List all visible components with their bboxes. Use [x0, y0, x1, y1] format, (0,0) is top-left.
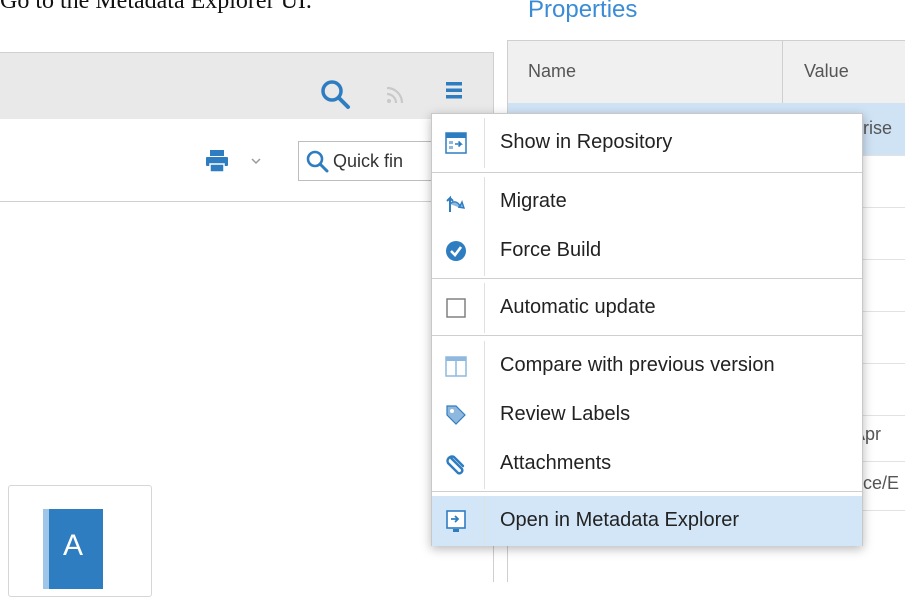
- quick-find-placeholder: Quick fin: [333, 151, 404, 171]
- quick-find-input[interactable]: Quick fin: [298, 141, 438, 181]
- menu-item-review-labels[interactable]: Review Labels: [432, 390, 862, 440]
- menu-separator: [432, 172, 862, 173]
- menu-item-label: Review Labels: [500, 403, 631, 425]
- checkbox-icon[interactable]: [444, 296, 468, 320]
- menu-item-label: Compare with previous version: [500, 354, 775, 376]
- metadata-explorer-icon: [444, 509, 468, 533]
- compare-icon: [444, 354, 468, 378]
- rss-icon[interactable]: [385, 85, 405, 105]
- menu-item-migrate[interactable]: Migrate: [432, 177, 862, 227]
- properties-title: Properties: [528, 0, 638, 23]
- print-icon[interactable]: [204, 148, 230, 174]
- menu-separator: [432, 491, 862, 492]
- column-header-name[interactable]: Name: [528, 61, 576, 82]
- menu-item-label: Migrate: [500, 190, 567, 212]
- artifact-card[interactable]: A: [8, 485, 152, 597]
- menu-item-label: Show in Repository: [500, 131, 673, 153]
- menu-separator: [432, 335, 862, 336]
- context-menu: Show in Repository Migrate Force Build A…: [431, 113, 863, 546]
- menu-item-label: Open in Metadata Explorer: [500, 509, 740, 531]
- top-toolbar: [0, 52, 493, 120]
- paperclip-icon: [444, 452, 468, 476]
- column-separator: [782, 41, 783, 103]
- menu-item-label: Attachments: [500, 452, 612, 474]
- properties-header: Name Value: [508, 40, 905, 104]
- tag-icon: [444, 403, 468, 427]
- avatar-letter: A: [63, 529, 84, 562]
- instruction-text: Go to the Metadata Explorer UI.: [0, 0, 312, 14]
- search-icon: [305, 149, 329, 173]
- menu-item-open-in-metadata-explorer[interactable]: Open in Metadata Explorer: [432, 496, 862, 546]
- migrate-icon: [444, 190, 468, 214]
- menu-item-label: Automatic update: [500, 296, 656, 318]
- menu-item-attachments[interactable]: Attachments: [432, 439, 862, 489]
- chevron-down-icon[interactable]: [250, 154, 262, 166]
- menu-separator: [432, 278, 862, 279]
- menu-item-force-build[interactable]: Force Build: [432, 226, 862, 276]
- menu-item-compare-with-previous-version[interactable]: Compare with previous version: [432, 341, 862, 391]
- menu-item-show-in-repository[interactable]: Show in Repository: [432, 118, 862, 168]
- repository-icon: [444, 131, 468, 155]
- avatar: A: [43, 509, 103, 589]
- hamburger-menu-icon[interactable]: [444, 79, 464, 101]
- column-header-value[interactable]: Value: [804, 61, 849, 82]
- menu-item-label: Force Build: [500, 239, 602, 261]
- check-circle-icon: [444, 239, 468, 263]
- menu-item-automatic-update[interactable]: Automatic update: [432, 283, 862, 333]
- secondary-toolbar: Quick fin: [0, 119, 493, 202]
- search-icon[interactable]: [318, 77, 352, 111]
- avatar-stripe: [43, 509, 49, 589]
